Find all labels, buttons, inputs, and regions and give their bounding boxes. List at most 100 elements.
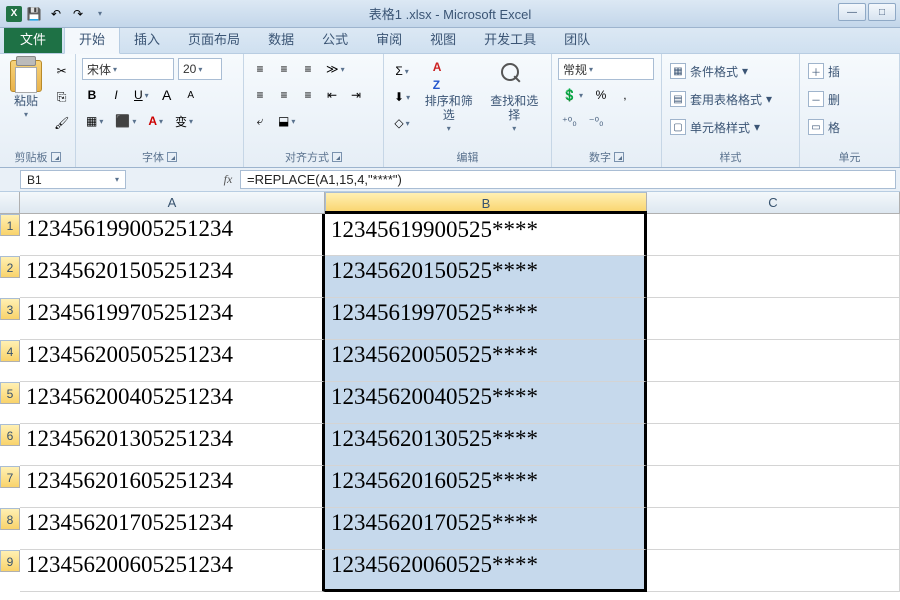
insert-cells-button[interactable]: ＋插 — [806, 60, 893, 82]
shrink-font-button[interactable]: A — [181, 84, 201, 106]
comma-button[interactable]: , — [615, 84, 635, 106]
fill-button[interactable]: ⬇ — [390, 86, 414, 108]
cell[interactable] — [647, 508, 900, 550]
cell[interactable] — [647, 256, 900, 298]
cell[interactable]: 12345619900525**** — [325, 211, 647, 256]
maximize-button[interactable]: □ — [868, 3, 896, 21]
row-header[interactable]: 3 — [0, 298, 20, 320]
number-dialog-launcher[interactable] — [614, 152, 624, 162]
increase-decimal-button[interactable]: ⁺⁰₀ — [558, 110, 581, 132]
align-bottom-button[interactable]: ≡ — [298, 58, 318, 80]
underline-button[interactable]: U — [130, 84, 153, 106]
find-select-button[interactable]: 查找和选择 ▾ — [484, 58, 545, 142]
fx-icon[interactable]: fx — [216, 168, 240, 191]
cell[interactable] — [647, 298, 900, 340]
align-left-button[interactable]: ≡ — [250, 84, 270, 106]
cell[interactable]: 123456201305251234 — [20, 424, 325, 466]
increase-indent-button[interactable]: ⇥ — [346, 84, 366, 106]
cell[interactable]: 123456200405251234 — [20, 382, 325, 424]
fill-color-button[interactable]: ⬛ — [111, 110, 140, 132]
row-header[interactable]: 4 — [0, 340, 20, 362]
merge-center-button[interactable]: ⬓ — [274, 110, 299, 132]
row-header[interactable]: 6 — [0, 424, 20, 446]
clear-button[interactable]: ◇ — [390, 112, 414, 134]
cell-styles-button[interactable]: ▢单元格样式 ▾ — [668, 116, 793, 138]
italic-button[interactable]: I — [106, 84, 126, 106]
number-format-select[interactable]: 常规 — [558, 58, 654, 80]
grow-font-button[interactable]: A — [157, 84, 177, 106]
save-icon[interactable]: 💾 — [26, 6, 42, 22]
tab-review[interactable]: 审阅 — [362, 24, 416, 53]
cell[interactable]: 12345620130525**** — [325, 424, 647, 466]
cell[interactable]: 12345619970525**** — [325, 298, 647, 340]
minimize-button[interactable]: — — [838, 3, 866, 21]
file-tab[interactable]: 文件 — [4, 24, 62, 53]
format-as-table-button[interactable]: ▤套用表格格式 ▾ — [668, 88, 793, 110]
cell[interactable]: 123456199705251234 — [20, 298, 325, 340]
col-header-A[interactable]: A — [20, 192, 325, 213]
cell[interactable] — [647, 466, 900, 508]
orientation-button[interactable]: ≫ — [322, 58, 349, 80]
cell[interactable]: 123456201705251234 — [20, 508, 325, 550]
cell[interactable] — [647, 214, 900, 256]
clipboard-dialog-launcher[interactable] — [51, 152, 61, 162]
tab-page-layout[interactable]: 页面布局 — [174, 24, 254, 53]
cell[interactable]: 12345620060525**** — [325, 550, 647, 592]
autosum-button[interactable]: Σ — [390, 60, 414, 82]
cell[interactable]: 123456199005251234 — [20, 214, 325, 256]
font-color-button[interactable]: A — [144, 110, 167, 132]
cell[interactable]: 12345620050525**** — [325, 340, 647, 382]
row-header[interactable]: 5 — [0, 382, 20, 404]
cell[interactable]: 123456201605251234 — [20, 466, 325, 508]
decrease-decimal-button[interactable]: ⁻⁰₀ — [585, 110, 608, 132]
tab-view[interactable]: 视图 — [416, 24, 470, 53]
tab-team[interactable]: 团队 — [550, 24, 604, 53]
wrap-text-button[interactable]: ⤶ — [250, 110, 270, 132]
tab-developer[interactable]: 开发工具 — [470, 24, 550, 53]
cell[interactable]: 12345620160525**** — [325, 466, 647, 508]
border-button[interactable]: ▦ — [82, 110, 107, 132]
undo-icon[interactable]: ↶ — [48, 6, 64, 22]
cell[interactable] — [647, 424, 900, 466]
row-header[interactable]: 2 — [0, 256, 20, 278]
bold-button[interactable]: B — [82, 84, 102, 106]
cell[interactable]: 12345620170525**** — [325, 508, 647, 550]
cell[interactable]: 123456200505251234 — [20, 340, 325, 382]
row-header[interactable]: 7 — [0, 466, 20, 488]
cell[interactable] — [647, 340, 900, 382]
redo-icon[interactable]: ↷ — [70, 6, 86, 22]
row-header[interactable]: 9 — [0, 550, 20, 572]
align-center-button[interactable]: ≡ — [274, 84, 294, 106]
font-name-select[interactable]: 宋体 — [82, 58, 174, 80]
select-all-corner[interactable] — [0, 192, 20, 213]
alignment-dialog-launcher[interactable] — [332, 152, 342, 162]
align-middle-button[interactable]: ≡ — [274, 58, 294, 80]
qat-more-icon[interactable]: ▾ — [92, 6, 108, 22]
sort-filter-button[interactable]: 排序和筛选 ▾ — [418, 58, 479, 142]
delete-cells-button[interactable]: －删 — [806, 88, 893, 110]
row-header[interactable]: 1 — [0, 214, 20, 236]
copy-button[interactable]: ⎘ — [50, 86, 73, 108]
font-size-select[interactable]: 20 — [178, 58, 222, 80]
align-top-button[interactable]: ≡ — [250, 58, 270, 80]
row-header[interactable]: 8 — [0, 508, 20, 530]
cell[interactable]: 12345620150525**** — [325, 256, 647, 298]
name-box[interactable]: B1▾ — [20, 170, 126, 189]
paste-button[interactable]: 粘贴 ▾ — [6, 58, 46, 142]
cell[interactable]: 12345620040525**** — [325, 382, 647, 424]
conditional-format-button[interactable]: ▦条件格式 ▾ — [668, 60, 793, 82]
col-header-C[interactable]: C — [647, 192, 900, 213]
cell[interactable]: 123456200605251234 — [20, 550, 325, 592]
format-painter-button[interactable]: 🖌 — [50, 112, 73, 134]
percent-button[interactable]: % — [591, 84, 611, 106]
cell[interactable]: 123456201505251234 — [20, 256, 325, 298]
tab-insert[interactable]: 插入 — [120, 24, 174, 53]
cell[interactable] — [647, 550, 900, 592]
font-dialog-launcher[interactable] — [167, 152, 177, 162]
decrease-indent-button[interactable]: ⇤ — [322, 84, 342, 106]
formula-input[interactable]: =REPLACE(A1,15,4,"****") — [240, 170, 896, 189]
align-right-button[interactable]: ≡ — [298, 84, 318, 106]
format-cells-button[interactable]: ▭格 — [806, 116, 893, 138]
phonetic-button[interactable]: 变 — [171, 110, 197, 132]
cell[interactable] — [647, 382, 900, 424]
